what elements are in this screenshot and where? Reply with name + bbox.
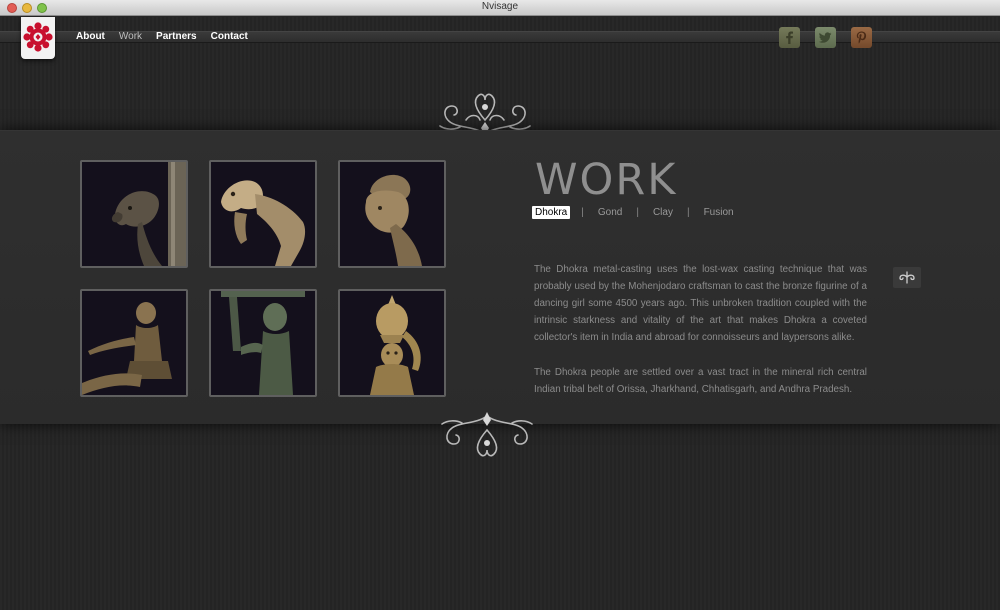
nav-item-about[interactable]: About [76, 31, 105, 42]
gallery-thumb-4[interactable] [80, 289, 188, 397]
window-title: Nvisage [481, 1, 519, 12]
bronze-figure-image [221, 180, 306, 266]
bronze-figure-image [221, 291, 305, 395]
description-paragraph-2: The Dhokra people are settled over a vas… [534, 367, 867, 395]
gallery-thumb-5[interactable] [209, 289, 317, 397]
twitter-icon [818, 32, 832, 43]
description-paragraph-1: The Dhokra metal-casting uses the lost-w… [534, 264, 867, 343]
site-logo[interactable] [21, 17, 55, 59]
tab-clay[interactable]: Clay [650, 206, 676, 219]
gallery-thumb-6[interactable] [338, 289, 446, 397]
tab-separator: | [686, 207, 690, 218]
gallery-thumb-3[interactable] [338, 160, 446, 268]
page: About Work Partners Contact WORK Dhokra … [0, 17, 1000, 610]
bronze-figure-image [365, 174, 422, 266]
tab-fusion[interactable]: Fusion [701, 206, 737, 219]
flower-logo-icon [23, 22, 53, 52]
pinterest-icon [856, 31, 867, 44]
bronze-figure-image [370, 295, 421, 395]
tab-separator: | [581, 207, 584, 218]
main-nav: About Work Partners Contact [76, 31, 248, 42]
nav-item-partners[interactable]: Partners [156, 31, 197, 42]
nav-item-work[interactable]: Work [119, 31, 142, 42]
gallery-thumb-1[interactable] [80, 160, 188, 268]
nav-item-contact[interactable]: Contact [211, 31, 248, 42]
flourish-icon [899, 271, 915, 284]
bronze-figure-image [82, 302, 172, 395]
facebook-button[interactable] [779, 27, 800, 48]
ornament-bottom-icon [441, 412, 533, 457]
window-titlebar: Nvisage [0, 0, 1000, 16]
pinterest-button[interactable] [851, 27, 872, 48]
tab-gond[interactable]: Gond [595, 206, 625, 219]
tab-separator: | [636, 207, 639, 218]
twitter-button[interactable] [815, 27, 836, 48]
tab-dhokra[interactable]: Dhokra [532, 206, 571, 219]
page-title: WORK [535, 155, 678, 205]
ornament-toggle-button[interactable] [893, 267, 921, 288]
bronze-figure-image [111, 162, 186, 266]
gallery-thumb-2[interactable] [209, 160, 317, 268]
facebook-icon [786, 31, 793, 44]
work-category-tabs: Dhokra | Gond | Clay | Fusion [532, 206, 737, 219]
